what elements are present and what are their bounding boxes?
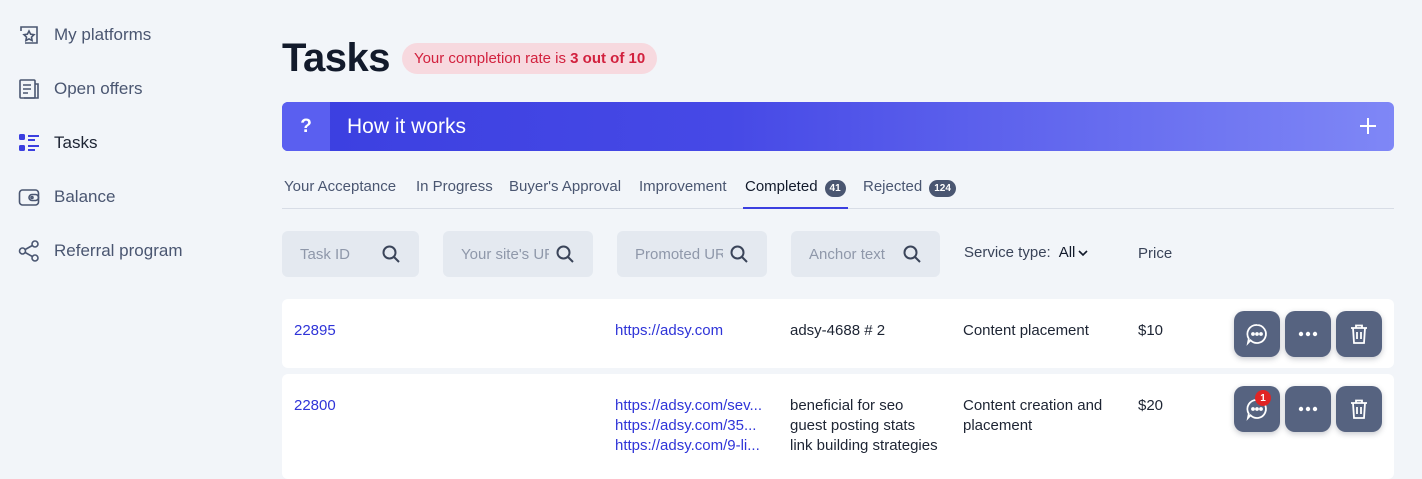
promoted-url-link[interactable]: https://adsy.com (615, 321, 767, 341)
how-it-works-label: How it works (347, 114, 467, 138)
title-row: Tasks Your completion rate is 3 out of 1… (282, 34, 658, 82)
trash-icon (1351, 399, 1367, 419)
promoted-urls: https://adsy.com/sev... https://adsy.com… (615, 396, 767, 456)
site-url-filter (443, 231, 593, 277)
sidebar-item-label: Referral program (54, 241, 183, 260)
tab-improvement[interactable]: Improvement (639, 170, 727, 209)
sidebar-item-label: Balance (54, 187, 116, 206)
tab-label: Buyer's Approval (509, 178, 622, 195)
completion-rate-value: 3 out of 10 (570, 49, 646, 67)
promoted-url-filter (617, 231, 767, 277)
tab-label: Rejected (863, 178, 923, 195)
service-type: Content placement (963, 322, 1089, 339)
more-dots-icon (1298, 406, 1318, 412)
anchor-text: adsy-4688 # 2 (790, 322, 886, 339)
tab-rejected[interactable]: Rejected 124 (863, 170, 956, 209)
search-icon[interactable] (381, 244, 401, 264)
service-type-value: All (1058, 244, 1076, 261)
unread-messages-badge: 1 (1255, 390, 1271, 406)
service-type-select[interactable]: All (1059, 244, 1090, 261)
task-id-input[interactable] (300, 245, 375, 263)
search-icon[interactable] (729, 244, 749, 264)
tab-label: Completed (745, 178, 818, 195)
sidebar-item-label: Open offers (54, 79, 143, 98)
chat-icon (1246, 324, 1267, 346)
sidebar-item-referral-program[interactable]: Referral program (18, 236, 183, 266)
promoted-urls: https://adsy.com (615, 321, 767, 341)
star-frame-icon (20, 26, 38, 44)
delete-button[interactable] (1336, 311, 1382, 357)
task-id-filter (282, 231, 419, 277)
sidebar-item-my-platforms[interactable]: My platforms (18, 20, 151, 50)
tab-your-acceptance[interactable]: Your Acceptance (284, 170, 396, 209)
anchor-text: beneficial for seo (790, 397, 904, 414)
sidebar-item-label: Tasks (54, 133, 98, 152)
table-row: 22800 https://adsy.com/sev... https://ad… (282, 374, 1394, 479)
anchor-text-filter (791, 231, 940, 277)
service-type: Content creation and placement (963, 397, 1103, 434)
search-icon[interactable] (555, 244, 575, 264)
more-options-button[interactable] (1285, 311, 1331, 357)
wallet-icon (18, 189, 40, 206)
sidebar-item-tasks[interactable]: Tasks (18, 128, 97, 158)
price-column-header: Price (1138, 245, 1173, 262)
sidebar-item-open-offers[interactable]: Open offers (18, 74, 143, 104)
tab-count-badge: 124 (929, 180, 956, 197)
price: $20 (1138, 397, 1164, 414)
sidebar: My platforms Open offers Tasks Balance R… (0, 0, 250, 479)
table-row: 22895 https://adsy.com adsy-4688 # 2 Con… (282, 299, 1394, 368)
task-id-link[interactable]: 22895 (294, 321, 336, 341)
more-dots-icon (1298, 331, 1318, 337)
tab-buyers-approval[interactable]: Buyer's Approval (509, 170, 621, 209)
how-it-works-banner[interactable]: ? How it works (282, 102, 1394, 151)
status-tabs: Your Acceptance In Progress Buyer's Appr… (282, 170, 1394, 209)
tab-count-badge: 41 (824, 180, 846, 197)
anchor-text-input[interactable] (809, 245, 896, 263)
tab-label: Your Acceptance (284, 178, 397, 195)
service-type-filter: Service type: All (964, 244, 1089, 261)
more-options-button[interactable] (1285, 386, 1331, 432)
tab-in-progress[interactable]: In Progress (416, 170, 493, 209)
anchor-text: guest posting stats (790, 417, 916, 434)
page-title: Tasks (282, 35, 390, 80)
document-icon (19, 79, 39, 99)
promoted-url-link[interactable]: https://adsy.com/35... (615, 416, 767, 436)
completion-rate-badge: Your completion rate is 3 out of 10 (401, 42, 658, 74)
chevron-down-icon (1078, 249, 1088, 256)
trash-icon (1351, 324, 1367, 344)
tab-label: Improvement (639, 178, 727, 195)
anchor-texts: beneficial for seo guest posting stats l… (790, 396, 938, 456)
chat-button[interactable] (1234, 311, 1280, 357)
plus-icon[interactable] (1356, 114, 1380, 138)
promoted-url-link[interactable]: https://adsy.com/9-li... (615, 436, 767, 456)
tab-label: In Progress (416, 178, 493, 195)
promoted-url-link[interactable]: https://adsy.com/sev... (615, 396, 767, 416)
delete-button[interactable] (1336, 386, 1382, 432)
share-nodes-icon (18, 240, 39, 262)
service-type-label: Service type: (964, 244, 1051, 261)
completion-rate-prefix: Your completion rate is (413, 49, 566, 67)
sidebar-item-label: My platforms (54, 25, 152, 44)
price: $10 (1138, 322, 1164, 339)
promoted-url-input[interactable] (635, 245, 723, 263)
sidebar-item-balance[interactable]: Balance (18, 182, 115, 212)
task-list-icon (19, 134, 39, 151)
site-url-input[interactable] (461, 245, 549, 263)
task-id-link[interactable]: 22800 (294, 396, 336, 416)
question-icon: ? (282, 102, 330, 151)
anchor-texts: adsy-4688 # 2 (790, 321, 885, 341)
tab-completed[interactable]: Completed 41 (743, 170, 848, 209)
anchor-text: link building strategies (790, 437, 938, 454)
chat-button[interactable]: 1 (1234, 386, 1280, 432)
main-content: Tasks Your completion rate is 3 out of 1… (282, 0, 1394, 479)
search-icon[interactable] (902, 244, 922, 264)
